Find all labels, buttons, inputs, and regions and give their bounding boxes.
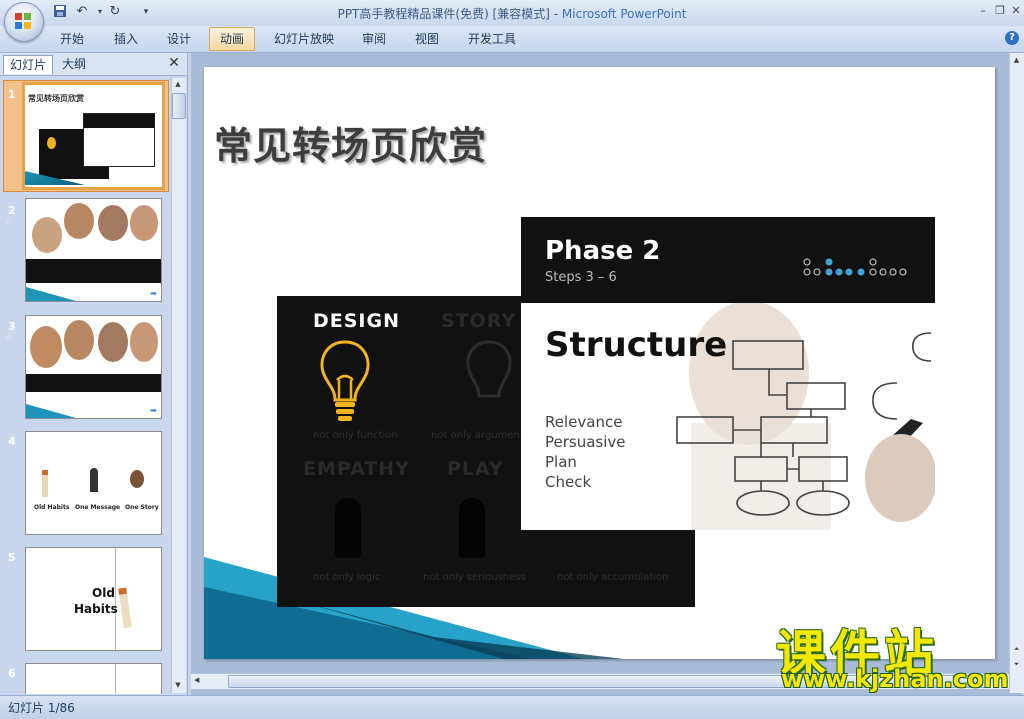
thumb-text-band xyxy=(26,259,161,283)
quad-label: PLAY xyxy=(447,458,504,480)
prev-slide-icon[interactable]: ⏶ xyxy=(1011,645,1022,655)
slide-number: 3 xyxy=(8,320,16,333)
thumb-divider xyxy=(115,548,116,650)
quad-cell-design: DESIGN not only function xyxy=(277,296,415,446)
slide-number: 6 xyxy=(8,667,16,680)
phase-item: Check xyxy=(545,473,592,491)
close-pane-icon[interactable]: ✕ xyxy=(166,55,182,71)
quad-label: STORY xyxy=(441,310,517,332)
help-icon[interactable]: ? xyxy=(1005,31,1019,45)
head-silhouette-icon xyxy=(459,498,485,558)
quad-label: EMPATHY xyxy=(303,458,410,480)
scroll-left-icon[interactable]: ◀ xyxy=(194,676,204,686)
face-photo xyxy=(98,205,128,241)
slide-number: 2 xyxy=(8,204,16,217)
thumb-title: 常见转场页欣赏 xyxy=(28,94,84,103)
tab-insert[interactable]: 插入 xyxy=(106,29,146,49)
thumb-bulb-icon xyxy=(47,137,56,149)
thumb-arrow-icon: ➡ xyxy=(150,289,157,298)
window-title: PPT高手教程精品课件(免费) [兼容模式] - Microsoft Power… xyxy=(0,5,1024,22)
slide-number: 5 xyxy=(8,551,16,564)
thumb-swoosh xyxy=(26,404,76,418)
animation-star-icon: ☆ xyxy=(5,217,14,227)
slide-counter: 幻灯片 1/86 xyxy=(8,701,75,715)
next-slide-icon[interactable]: ⏷ xyxy=(1011,660,1022,670)
quad-sub: not only logic xyxy=(313,572,381,583)
cigarette-icon xyxy=(118,587,132,629)
head-silhouette-icon xyxy=(335,498,361,558)
face-photo xyxy=(130,322,158,362)
phase-item: Persuasive xyxy=(545,433,626,451)
progress-dots xyxy=(803,258,907,276)
close-window-button[interactable]: ✕ xyxy=(1007,3,1024,19)
thumb-label: One Message xyxy=(75,504,121,511)
phase-title: Phase 2 xyxy=(545,236,661,266)
face-photo xyxy=(98,322,128,362)
slide-title[interactable]: 常见转场页欣赏 xyxy=(214,115,487,170)
scroll-up-icon[interactable]: ▲ xyxy=(172,80,184,90)
thumb-divider xyxy=(115,664,116,694)
tab-slideshow[interactable]: 幻灯片放映 xyxy=(266,29,342,49)
quad-sub: not only accumulation xyxy=(557,572,669,583)
phase-steps: Steps 3 – 6 xyxy=(545,270,617,285)
thumb-text-band xyxy=(26,374,161,392)
quad-sub: not only function xyxy=(313,430,398,441)
tab-review[interactable]: 审阅 xyxy=(354,29,394,49)
thumb-swoosh xyxy=(26,287,76,301)
face-photo xyxy=(64,203,94,239)
document-name: PPT高手教程精品课件(免费) [兼容模式] xyxy=(337,7,550,21)
face-photo xyxy=(30,326,62,368)
phase-heading: Structure xyxy=(545,325,728,365)
microphone-icon xyxy=(90,468,98,492)
phase-item: Relevance xyxy=(545,413,623,431)
status-bar xyxy=(0,695,1024,719)
quad-sub: not only seriousness xyxy=(423,572,526,583)
slide-number: 1 xyxy=(8,88,16,101)
tab-design[interactable]: 设计 xyxy=(159,29,199,49)
office-logo-icon xyxy=(15,13,31,29)
tab-developer[interactable]: 开发工具 xyxy=(460,29,524,49)
slide-thumbnail-4[interactable]: Old Habits One Message One Story xyxy=(25,431,162,535)
animation-star-icon: ☆ xyxy=(5,333,14,343)
thumb-arrow-icon: ➡ xyxy=(150,406,157,415)
title-separator: - xyxy=(549,7,562,21)
scroll-down-icon[interactable]: ▼ xyxy=(172,681,184,691)
phase-item: Plan xyxy=(545,453,577,471)
lightbulb-icon xyxy=(320,340,370,421)
slide-thumbnail-3[interactable]: ➡ xyxy=(25,315,162,419)
thumb-phase-head xyxy=(84,114,154,128)
slide-thumbnail-6[interactable] xyxy=(25,663,162,694)
child-reading-icon xyxy=(130,470,144,488)
thumb-text: Old xyxy=(92,586,115,600)
face-photo xyxy=(130,205,158,241)
thumb-phase xyxy=(83,113,155,167)
face-photo xyxy=(32,217,62,253)
slide-thumbnail-5[interactable]: Old Habits xyxy=(25,547,162,651)
thumb-label: One Story xyxy=(125,504,159,511)
thumb-text: Habits xyxy=(74,602,118,616)
lightbulb-icon xyxy=(466,340,512,398)
thumb-label: Old Habits xyxy=(34,504,70,511)
quad-sub: not only argument xyxy=(431,430,524,441)
tab-slides[interactable]: 幻灯片 xyxy=(3,55,54,74)
scroll-up-icon[interactable]: ▲ xyxy=(1011,56,1022,66)
app-name: Microsoft PowerPoint xyxy=(561,7,687,21)
slides-pane-scroll-thumb[interactable] xyxy=(172,93,186,119)
face-photo xyxy=(64,320,94,360)
editor-vertical-scrollbar[interactable] xyxy=(1009,53,1024,693)
slide-number: 4 xyxy=(8,435,16,448)
slide-thumbnail-1[interactable]: 常见转场页欣赏 xyxy=(22,82,165,190)
slides-pane-scrollbar[interactable] xyxy=(171,78,186,693)
tab-view[interactable]: 视图 xyxy=(407,29,447,49)
cigarette-icon xyxy=(42,470,48,497)
watermark-url: www.kjzhan.com xyxy=(781,665,1009,693)
tab-home[interactable]: 开始 xyxy=(52,29,92,49)
office-button[interactable] xyxy=(4,2,44,42)
minimize-button[interactable]: – xyxy=(974,3,992,19)
tab-outline[interactable]: 大纲 xyxy=(56,55,92,73)
quad-cell-empathy: EMPATHY not only logic xyxy=(277,452,415,602)
slide-thumbnail-2[interactable]: ➡ xyxy=(25,198,162,302)
tab-animations[interactable]: 动画 xyxy=(209,27,255,51)
quad-label: DESIGN xyxy=(313,310,401,332)
